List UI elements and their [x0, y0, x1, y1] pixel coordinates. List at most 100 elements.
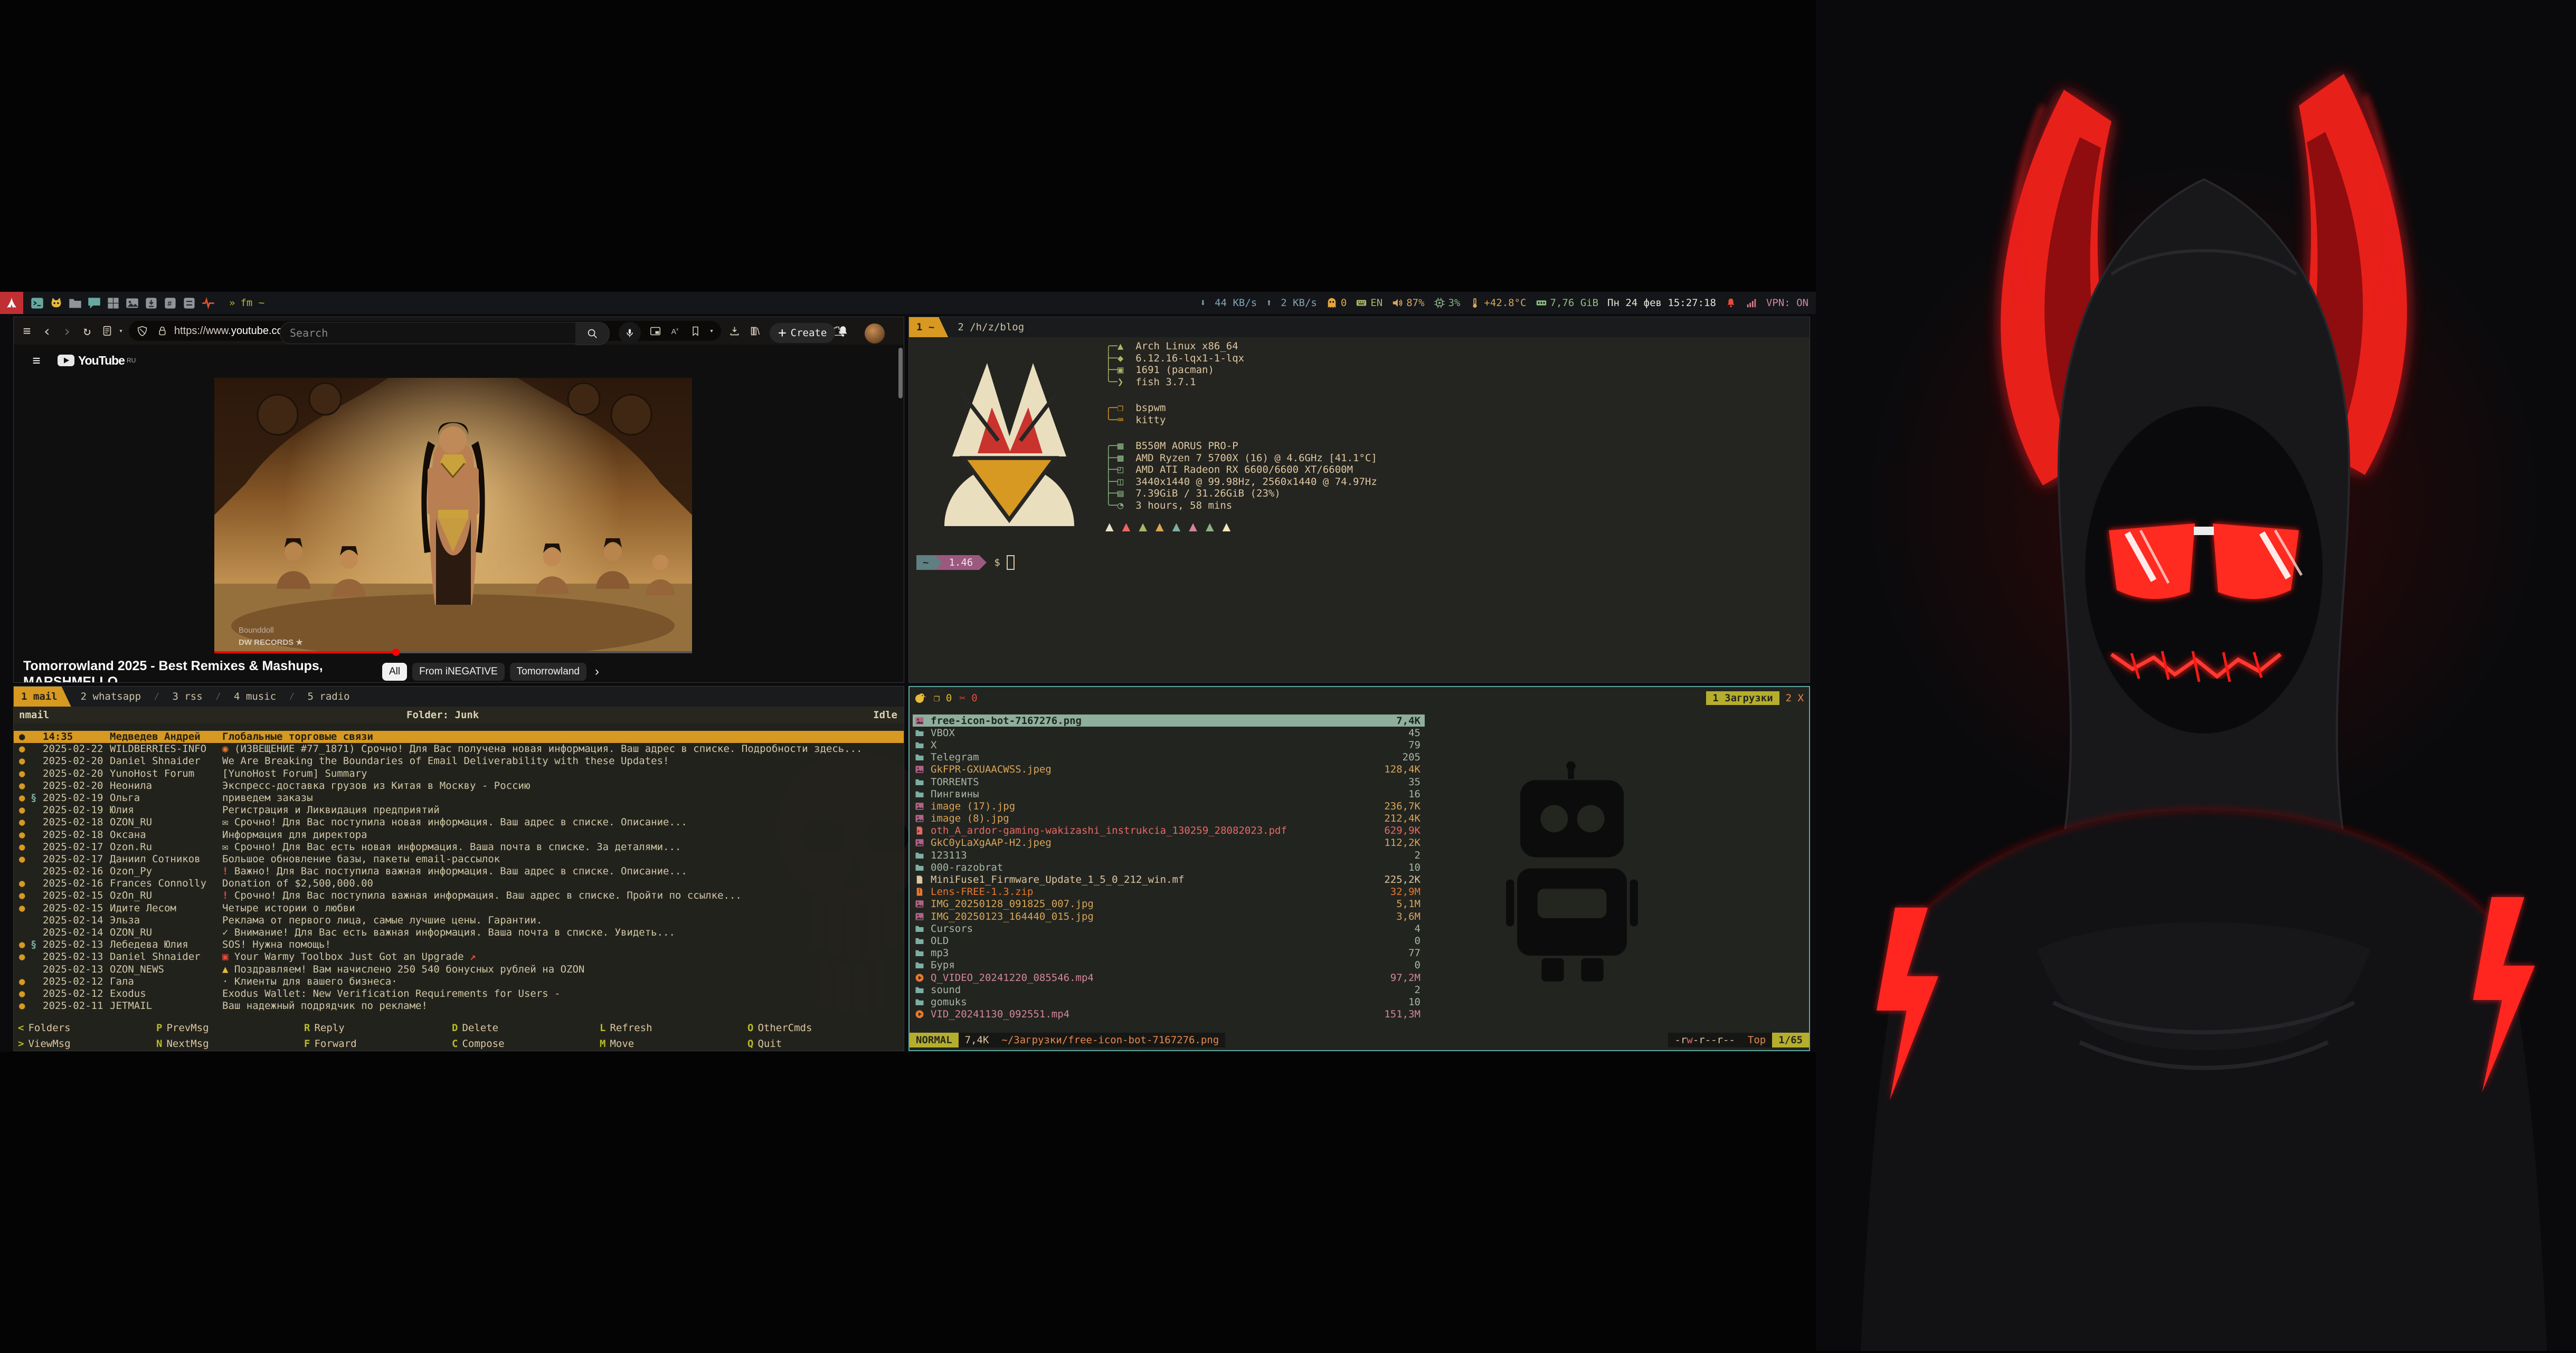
translate-icon[interactable]: Ax: [667, 323, 683, 339]
yazi-tab[interactable]: 2 X: [1786, 692, 1804, 704]
pip-icon[interactable]: [647, 323, 663, 339]
video-player[interactable]: Bounddoll DW RECORDS ★: [214, 378, 692, 652]
workspace-hash-icon[interactable]: #: [162, 295, 178, 311]
file-row[interactable]: Пингвины16: [913, 788, 1425, 800]
temperature-module[interactable]: +42.8°C: [1469, 297, 1526, 309]
mail-row[interactable]: ●2025-02-17Ozon.Ru✉ Срочно! Для Вас есть…: [14, 841, 904, 853]
mail-row[interactable]: ●2025-02-17Даниил СотниковБольшое обновл…: [14, 853, 904, 865]
youtube-menu-icon[interactable]: ≡: [26, 351, 46, 370]
mail-row[interactable]: ●2025-02-15Идите ЛесомЧетыре истории о л…: [14, 902, 904, 914]
file-row[interactable]: GkFPR-GXUAACWSS.jpeg128,4K: [913, 764, 1425, 776]
file-row[interactable]: OLD0: [913, 935, 1425, 947]
mail-row[interactable]: 2025-02-16Ozon_Py! Важно! Для Вас поступ…: [14, 865, 904, 878]
search-input[interactable]: Search: [280, 322, 586, 344]
keybinding-refresh[interactable]: LRefresh: [600, 1022, 652, 1034]
volume-module[interactable]: 87%: [1391, 297, 1424, 309]
workspace-list-icon[interactable]: [181, 295, 197, 311]
menu-icon[interactable]: ≡: [17, 321, 37, 340]
file-row[interactable]: GkC0yLaXgAAP-H2.jpeg112,2K: [913, 837, 1425, 849]
net-upload-module[interactable]: ⬆2 KB/s: [1266, 297, 1317, 309]
file-row[interactable]: image (8).jpg212,4K: [913, 813, 1425, 825]
file-row[interactable]: mp377: [913, 947, 1425, 959]
file-row[interactable]: 1231132: [913, 849, 1425, 861]
reload-icon[interactable]: ↻: [77, 321, 97, 340]
filter-chip[interactable]: From iNEGATIVE: [412, 663, 505, 681]
mail-row[interactable]: ●2025-02-16Frances ConnollyDonation of $…: [14, 878, 904, 890]
video-progress-bar[interactable]: [214, 651, 692, 653]
youtube-bell-icon[interactable]: [836, 325, 850, 340]
workspace-folder-icon[interactable]: [67, 295, 83, 311]
file-row[interactable]: Q_VIDEO_20241220_085546.mp497,2M: [913, 971, 1425, 984]
keybinding-viewmsg[interactable]: >ViewMsg: [18, 1038, 71, 1050]
mail-row[interactable]: 2025-02-14OZON_RU✓ Внимание! Для Вас ест…: [14, 927, 904, 939]
mail-row[interactable]: ●2025-02-22WILDBERRIES-INFO◉ (ИЗВЕЩЕНИЕ …: [14, 743, 904, 755]
ghost-module[interactable]: 0: [1326, 297, 1347, 309]
workspace-terminal-icon[interactable]: [29, 295, 45, 311]
voice-search-button[interactable]: [619, 322, 641, 344]
avatar[interactable]: [865, 323, 885, 344]
notification-module[interactable]: [1725, 297, 1737, 309]
mail-row[interactable]: 2025-02-13OZON_NEWS▲ Поздравляем! Вам на…: [14, 964, 904, 976]
reader-mode-icon[interactable]: [97, 321, 117, 340]
terminal-tab[interactable]: 1 ~: [909, 317, 948, 337]
mail-row[interactable]: ●2025-02-12Гала· Клиенты для вашего бизн…: [14, 976, 904, 988]
file-row[interactable]: IMG_20250128_091825_007.jpg5,1M: [913, 898, 1425, 910]
create-button[interactable]: +Create: [770, 323, 835, 343]
forward-icon[interactable]: ›: [57, 321, 77, 340]
workspace-cat-icon[interactable]: [48, 295, 64, 311]
keybinding-nextmsg[interactable]: NNextMsg: [156, 1038, 209, 1050]
clock-module[interactable]: Пн 24 фев 15:27:18: [1607, 297, 1716, 309]
search-button[interactable]: [575, 322, 610, 345]
mail-row[interactable]: ●2025-02-20Daniel ShnaiderWe Are Breakin…: [14, 755, 904, 767]
bookmark-icon[interactable]: [687, 323, 703, 339]
mail-row[interactable]: ●2025-02-13Daniel Shnaider▣ Your Warmy T…: [14, 951, 904, 963]
file-row[interactable]: IMG_20250123_164440_015.jpg3,6M: [913, 910, 1425, 922]
terminal-tab[interactable]: 2 /h/z/blog: [948, 317, 1034, 337]
urlbar-caret-icon[interactable]: ▾: [707, 323, 716, 339]
back-icon[interactable]: ‹: [37, 321, 57, 340]
keybinding-compose[interactable]: CCompose: [452, 1038, 505, 1050]
mail-row[interactable]: ●2025-02-12ExodusExodus Wallet: New Veri…: [14, 988, 904, 1000]
file-row[interactable]: gomuks10: [913, 996, 1425, 1008]
file-row[interactable]: X79: [913, 739, 1425, 751]
youtube-logo[interactable]: YouTube RU: [57, 354, 136, 368]
file-row[interactable]: VID_20241130_092551.mp4151,3M: [913, 1008, 1425, 1021]
shield-icon[interactable]: [134, 323, 150, 339]
mail-tab[interactable]: 3 rss: [163, 687, 212, 707]
keybinding-delete[interactable]: DDelete: [452, 1022, 498, 1034]
keybinding-reply[interactable]: RReply: [304, 1022, 345, 1034]
mail-tab[interactable]: 5 radio: [298, 687, 359, 707]
downloads-icon[interactable]: [726, 323, 742, 339]
mail-row[interactable]: ●2025-02-20НеонилаЭкспресс-доставка груз…: [14, 780, 904, 792]
file-row[interactable]: 000-razobrat10: [913, 861, 1425, 873]
keybinding-othercmds[interactable]: OOtherCmds: [747, 1022, 812, 1034]
keybinding-forward[interactable]: FForward: [304, 1038, 357, 1050]
toolbar-caret-icon[interactable]: ▾: [117, 321, 125, 340]
keybinding-move[interactable]: MMove: [600, 1038, 634, 1050]
file-row[interactable]: Cursors4: [913, 922, 1425, 935]
keybinding-prevmsg[interactable]: PPrevMsg: [156, 1022, 209, 1034]
file-row[interactable]: image (17).jpg236,7K: [913, 800, 1425, 812]
chips-more-icon[interactable]: ›: [595, 664, 599, 679]
mail-row[interactable]: ●2025-02-18OZON_RU✉ Срочно! Для Вас пост…: [14, 816, 904, 828]
lock-icon[interactable]: [154, 323, 170, 339]
yazi-tab[interactable]: 1 Загрузки: [1706, 691, 1779, 705]
file-row[interactable]: free-icon-bot-7167276.png7,4K: [913, 714, 1425, 727]
browser-scrollbar[interactable]: [898, 348, 903, 398]
mail-row[interactable]: 2025-02-14ЭльзаРеклама от первого лица, …: [14, 914, 904, 927]
workspace-pulse-icon[interactable]: [200, 295, 216, 311]
mail-row[interactable]: ●2025-02-20YunoHost Forum[YunoHost Forum…: [14, 768, 904, 780]
mail-row[interactable]: ●14:35Медведев АндрейГлобальные торговые…: [14, 731, 904, 743]
net-download-module[interactable]: ⬇44 KB/s: [1200, 297, 1257, 309]
mail-row[interactable]: ●2025-02-18ОксанаИнформация для директор…: [14, 829, 904, 841]
file-row[interactable]: sound2: [913, 984, 1425, 996]
mail-row[interactable]: ●2025-02-15OzOn_RU! Срочно! Для Вас пост…: [14, 890, 904, 902]
keybinding-folders[interactable]: <Folders: [18, 1022, 71, 1034]
shell-prompt[interactable]: ~ 1.46 $: [916, 555, 1015, 570]
file-row[interactable]: Буря0: [913, 959, 1425, 971]
workspace-image-icon[interactable]: [124, 295, 140, 311]
arch-launcher-button[interactable]: [0, 292, 23, 314]
workspace-chat-icon[interactable]: [86, 295, 102, 311]
mail-tab[interactable]: 1 mail: [14, 687, 71, 707]
file-row[interactable]: TORRENTS35: [913, 776, 1425, 788]
